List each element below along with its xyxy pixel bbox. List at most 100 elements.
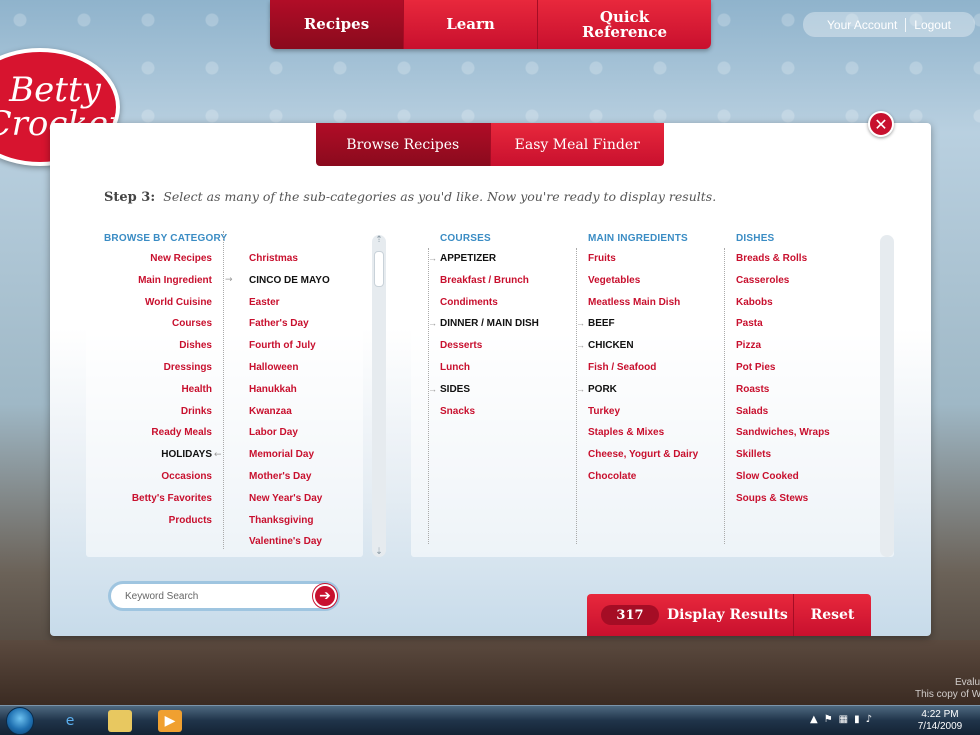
- dish-item[interactable]: Sandwiches, Wraps: [725, 422, 873, 444]
- dish-item[interactable]: Pasta: [725, 313, 873, 335]
- keyword-search-input[interactable]: [111, 585, 313, 607]
- category-divider: [223, 231, 224, 549]
- ingredient-item[interactable]: Turkey: [577, 401, 717, 423]
- dish-item[interactable]: Pizza: [725, 335, 873, 357]
- ingredient-item[interactable]: Meatless Main Dish: [577, 292, 717, 314]
- dish-item[interactable]: Soups & Stews: [725, 488, 873, 510]
- close-button[interactable]: ✕: [868, 111, 894, 137]
- nav-learn[interactable]: Learn: [404, 0, 538, 49]
- step-text: Select as many of the sub-categories as …: [163, 189, 717, 204]
- dish-item[interactable]: Pot Pies: [725, 357, 873, 379]
- holiday-item[interactable]: Christmas: [249, 248, 365, 270]
- top-navigation: Recipes Learn Quick Reference: [270, 0, 711, 49]
- category-item[interactable]: Main Ingredient: [104, 270, 212, 292]
- ingredient-item[interactable]: Fish / Seafood: [577, 357, 717, 379]
- tray-flag-icon[interactable]: ⚑: [824, 714, 833, 725]
- search-go-button[interactable]: ➔: [313, 584, 337, 608]
- holiday-list: Christmas CINCO DE MAYO Easter Father's …: [249, 248, 365, 553]
- ie-icon[interactable]: e: [58, 710, 82, 732]
- dish-item[interactable]: Casseroles: [725, 270, 873, 292]
- reset-button[interactable]: Reset: [794, 607, 871, 623]
- holiday-item-cinco-de-mayo[interactable]: CINCO DE MAYO: [249, 270, 365, 292]
- holiday-item[interactable]: Halloween: [249, 357, 365, 379]
- ingredient-item[interactable]: BEEF: [576, 313, 717, 335]
- clock[interactable]: 4:22 PM 7/14/2009: [910, 709, 970, 733]
- category-item[interactable]: Dressings: [104, 357, 212, 379]
- course-item[interactable]: APPETIZER: [428, 248, 569, 270]
- ingredient-item[interactable]: Fruits: [577, 248, 717, 270]
- holiday-item[interactable]: Fourth of July: [249, 335, 365, 357]
- courses-heading: COURSES: [440, 233, 491, 244]
- category-item[interactable]: Drinks: [104, 401, 212, 423]
- tab-browse-recipes[interactable]: Browse Recipes: [316, 123, 490, 166]
- course-item[interactable]: Desserts: [429, 335, 569, 357]
- scroll-up-icon[interactable]: ⇡: [372, 235, 386, 245]
- holiday-item[interactable]: Father's Day: [249, 313, 365, 335]
- dishes-heading: DISHES: [736, 233, 775, 244]
- course-item[interactable]: Snacks: [429, 401, 569, 423]
- tray-volume-icon[interactable]: ♪: [866, 714, 872, 725]
- arrow-right-icon: ➔: [319, 588, 331, 604]
- tray-network-icon[interactable]: ▦: [839, 714, 848, 725]
- category-item[interactable]: Betty's Favorites: [104, 488, 212, 510]
- holiday-item[interactable]: Easter: [249, 292, 365, 314]
- holiday-scrollbar[interactable]: ⇡ ⇣: [372, 235, 386, 557]
- ingredients-list: Fruits Vegetables Meatless Main Dish BEE…: [576, 248, 717, 488]
- account-divider: [905, 17, 907, 32]
- holiday-item[interactable]: Mother's Day: [249, 466, 365, 488]
- ingredient-item[interactable]: Staples & Mixes: [577, 422, 717, 444]
- tray-expand-icon[interactable]: ▲: [810, 714, 818, 725]
- ingredient-item[interactable]: Chocolate: [577, 466, 717, 488]
- subtabs: Browse Recipes Easy Meal Finder: [316, 123, 664, 166]
- nav-recipes[interactable]: Recipes: [270, 0, 404, 49]
- course-item[interactable]: Condiments: [429, 292, 569, 314]
- category-item[interactable]: Ready Meals: [104, 422, 212, 444]
- logout-link[interactable]: Logout: [914, 18, 951, 32]
- scroll-thumb[interactable]: [374, 251, 384, 287]
- scroll-down-icon[interactable]: ⇣: [372, 547, 386, 557]
- your-account-link[interactable]: Your Account: [827, 18, 897, 32]
- nav-quick-reference[interactable]: Quick Reference: [538, 0, 711, 49]
- ingredient-item[interactable]: PORK: [576, 379, 717, 401]
- holiday-item[interactable]: Memorial Day: [249, 444, 365, 466]
- dish-item[interactable]: Salads: [725, 401, 873, 423]
- ingredient-item[interactable]: Cheese, Yogurt & Dairy: [577, 444, 717, 466]
- ingredient-item[interactable]: CHICKEN: [576, 335, 717, 357]
- category-item[interactable]: Occasions: [104, 466, 212, 488]
- course-item[interactable]: SIDES: [428, 379, 569, 401]
- dish-item[interactable]: Breads & Rolls: [725, 248, 873, 270]
- tray-signal-icon[interactable]: ▮: [854, 714, 860, 725]
- category-item[interactable]: Products: [104, 510, 212, 532]
- holiday-item[interactable]: Valentine's Day: [249, 531, 365, 553]
- media-player-icon[interactable]: ▶: [158, 710, 182, 732]
- close-icon: ✕: [874, 114, 888, 134]
- holiday-item[interactable]: New Year's Day: [249, 488, 365, 510]
- course-item[interactable]: Lunch: [429, 357, 569, 379]
- course-item[interactable]: Breakfast / Brunch: [429, 270, 569, 292]
- category-item-holidays[interactable]: HOLIDAYS: [104, 444, 212, 466]
- dish-item[interactable]: Kabobs: [725, 292, 873, 314]
- holidays-arrow-icon: ←: [214, 450, 222, 460]
- dish-item[interactable]: Slow Cooked: [725, 466, 873, 488]
- category-item[interactable]: New Recipes: [104, 248, 212, 270]
- dish-item[interactable]: Skillets: [725, 444, 873, 466]
- holiday-item[interactable]: Hanukkah: [249, 379, 365, 401]
- start-button[interactable]: [6, 707, 34, 735]
- tab-easy-meal-finder[interactable]: Easy Meal Finder: [489, 123, 664, 166]
- category-item[interactable]: Courses: [104, 313, 212, 335]
- category-item[interactable]: World Cuisine: [104, 292, 212, 314]
- dish-item[interactable]: Roasts: [725, 379, 873, 401]
- category-item[interactable]: Dishes: [104, 335, 212, 357]
- holiday-item[interactable]: Kwanzaa: [249, 401, 365, 423]
- course-item[interactable]: DINNER / MAIN DISH: [428, 313, 569, 335]
- subcategory-scrollbar[interactable]: [880, 235, 894, 557]
- recipe-browser-panel: Browse Recipes Easy Meal Finder Step 3: …: [50, 123, 931, 636]
- holiday-item[interactable]: Thanksgiving: [249, 510, 365, 532]
- display-results-button[interactable]: Display Results: [667, 607, 793, 623]
- category-item[interactable]: Health: [104, 379, 212, 401]
- main-ingredients-heading: MAIN INGREDIENTS: [588, 233, 688, 244]
- ingredient-item[interactable]: Vegetables: [577, 270, 717, 292]
- folder-icon[interactable]: [108, 710, 132, 732]
- holiday-item[interactable]: Labor Day: [249, 422, 365, 444]
- nav-quick-reference-label: Quick Reference: [581, 7, 668, 41]
